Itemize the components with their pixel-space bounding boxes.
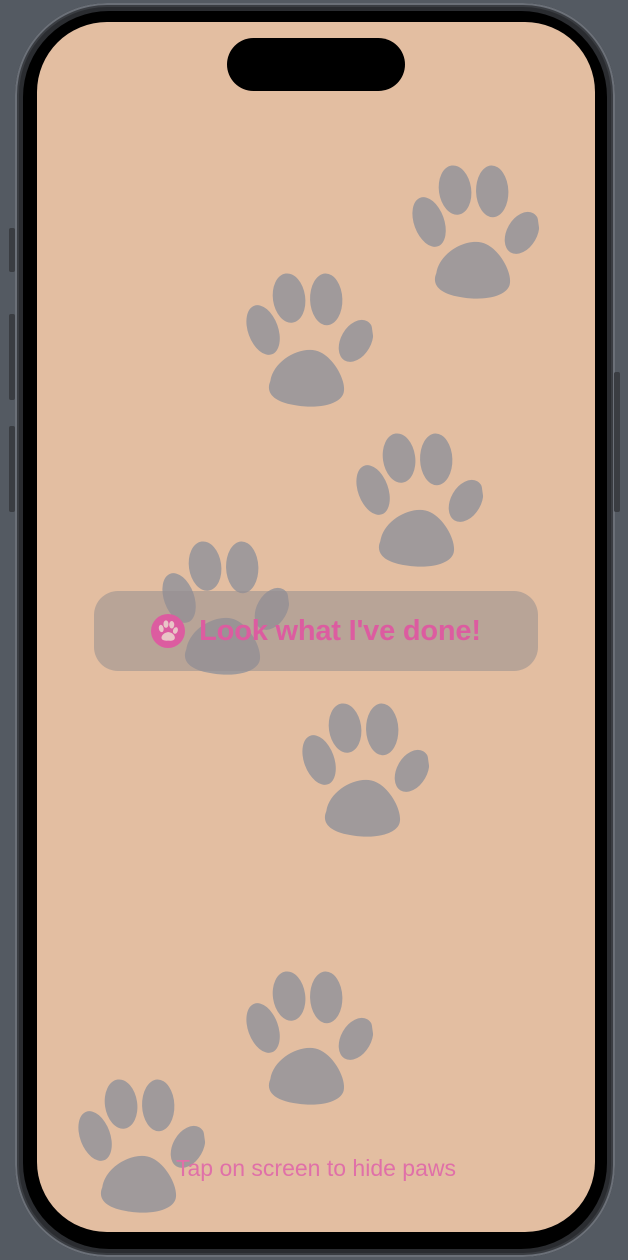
paw-print-icon bbox=[344, 422, 492, 579]
paw-print-icon bbox=[234, 262, 382, 419]
volume-up-button bbox=[9, 314, 15, 400]
app-screen[interactable]: Look what I've done! Tap on screen to hi… bbox=[37, 22, 595, 1232]
paw-print-icon bbox=[400, 154, 548, 311]
paw-print-icon bbox=[290, 692, 438, 849]
action-button bbox=[9, 228, 15, 272]
power-button bbox=[614, 372, 620, 512]
banner-label: Look what I've done! bbox=[199, 614, 481, 647]
look-what-ive-done-button[interactable]: Look what I've done! bbox=[94, 591, 538, 671]
volume-down-button bbox=[9, 426, 15, 512]
paw-circle-icon bbox=[151, 614, 186, 648]
dynamic-island bbox=[227, 38, 405, 91]
paw-print-icon bbox=[234, 960, 382, 1117]
hide-paws-hint: Tap on screen to hide paws bbox=[175, 1155, 456, 1181]
paw-print-icon bbox=[66, 1068, 214, 1225]
